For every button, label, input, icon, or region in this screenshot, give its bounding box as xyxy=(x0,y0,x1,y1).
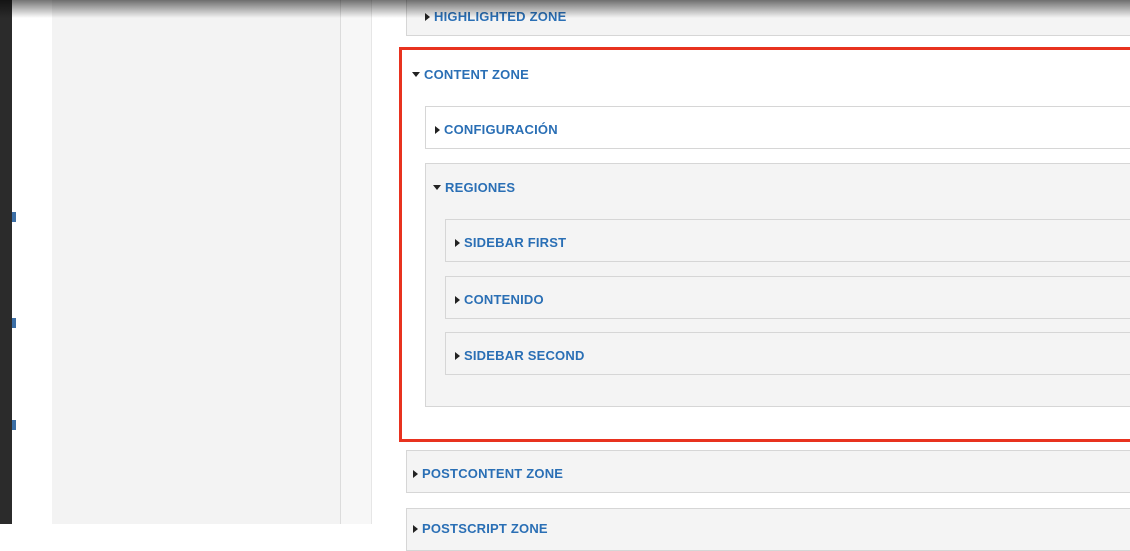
postcontent-zone-toggle[interactable]: POSTCONTENT ZONE xyxy=(413,466,563,481)
content-zone-toggle[interactable]: CONTENT ZONE xyxy=(412,67,529,82)
link-fragment xyxy=(12,212,16,222)
link-fragment xyxy=(12,318,16,328)
highlighted-zone-panel[interactable]: HIGHLIGHTED ZONE xyxy=(406,0,1130,36)
triangle-down-icon xyxy=(433,185,441,190)
triangle-right-icon xyxy=(455,351,460,360)
triangle-right-icon xyxy=(435,125,440,134)
left-column xyxy=(52,0,341,524)
highlighted-zone-label: HIGHLIGHTED ZONE xyxy=(434,9,567,24)
postscript-zone-toggle[interactable]: POSTSCRIPT ZONE xyxy=(413,521,548,536)
triangle-right-icon xyxy=(425,12,430,21)
region-toggle[interactable]: SIDEBAR FIRST xyxy=(455,235,566,250)
triangle-down-icon xyxy=(412,72,420,77)
regiones-panel: REGIONES SIDEBAR FIRST CONTENIDO SIDEBAR… xyxy=(425,163,1130,407)
triangle-right-icon xyxy=(455,238,460,247)
region-toggle[interactable]: SIDEBAR SECOND xyxy=(455,348,585,363)
highlighted-zone-toggle[interactable]: HIGHLIGHTED ZONE xyxy=(425,9,566,24)
triangle-right-icon xyxy=(455,295,460,304)
region-label: SIDEBAR SECOND xyxy=(464,348,585,363)
window-edge xyxy=(0,0,12,524)
content-gutter xyxy=(341,0,372,524)
configuracion-toggle[interactable]: CONFIGURACIÓN xyxy=(435,122,558,137)
content-zone-label: CONTENT ZONE xyxy=(424,67,529,82)
region-toggle[interactable]: CONTENIDO xyxy=(455,292,544,307)
triangle-right-icon xyxy=(413,469,418,478)
left-strip xyxy=(12,0,53,524)
region-contenido[interactable]: CONTENIDO xyxy=(445,276,1130,319)
postscript-zone-label: POSTSCRIPT ZONE xyxy=(422,521,548,536)
regiones-toggle[interactable]: REGIONES xyxy=(433,180,515,195)
region-sidebar-second[interactable]: SIDEBAR SECOND xyxy=(445,332,1130,375)
postcontent-zone-panel[interactable]: POSTCONTENT ZONE xyxy=(406,450,1130,493)
region-label: CONTENIDO xyxy=(464,292,544,307)
content-zone-highlight: CONTENT ZONE CONFIGURACIÓN REGIONES SIDE… xyxy=(399,47,1130,442)
regiones-label: REGIONES xyxy=(445,180,516,195)
triangle-right-icon xyxy=(413,524,418,533)
region-sidebar-first[interactable]: SIDEBAR FIRST xyxy=(445,219,1130,262)
postscript-zone-panel[interactable]: POSTSCRIPT ZONE xyxy=(406,508,1130,551)
configuracion-label: CONFIGURACIÓN xyxy=(444,122,558,137)
region-label: SIDEBAR FIRST xyxy=(464,235,567,250)
postcontent-zone-label: POSTCONTENT ZONE xyxy=(422,466,564,481)
configuracion-panel[interactable]: CONFIGURACIÓN xyxy=(425,106,1130,149)
link-fragment xyxy=(12,420,16,430)
